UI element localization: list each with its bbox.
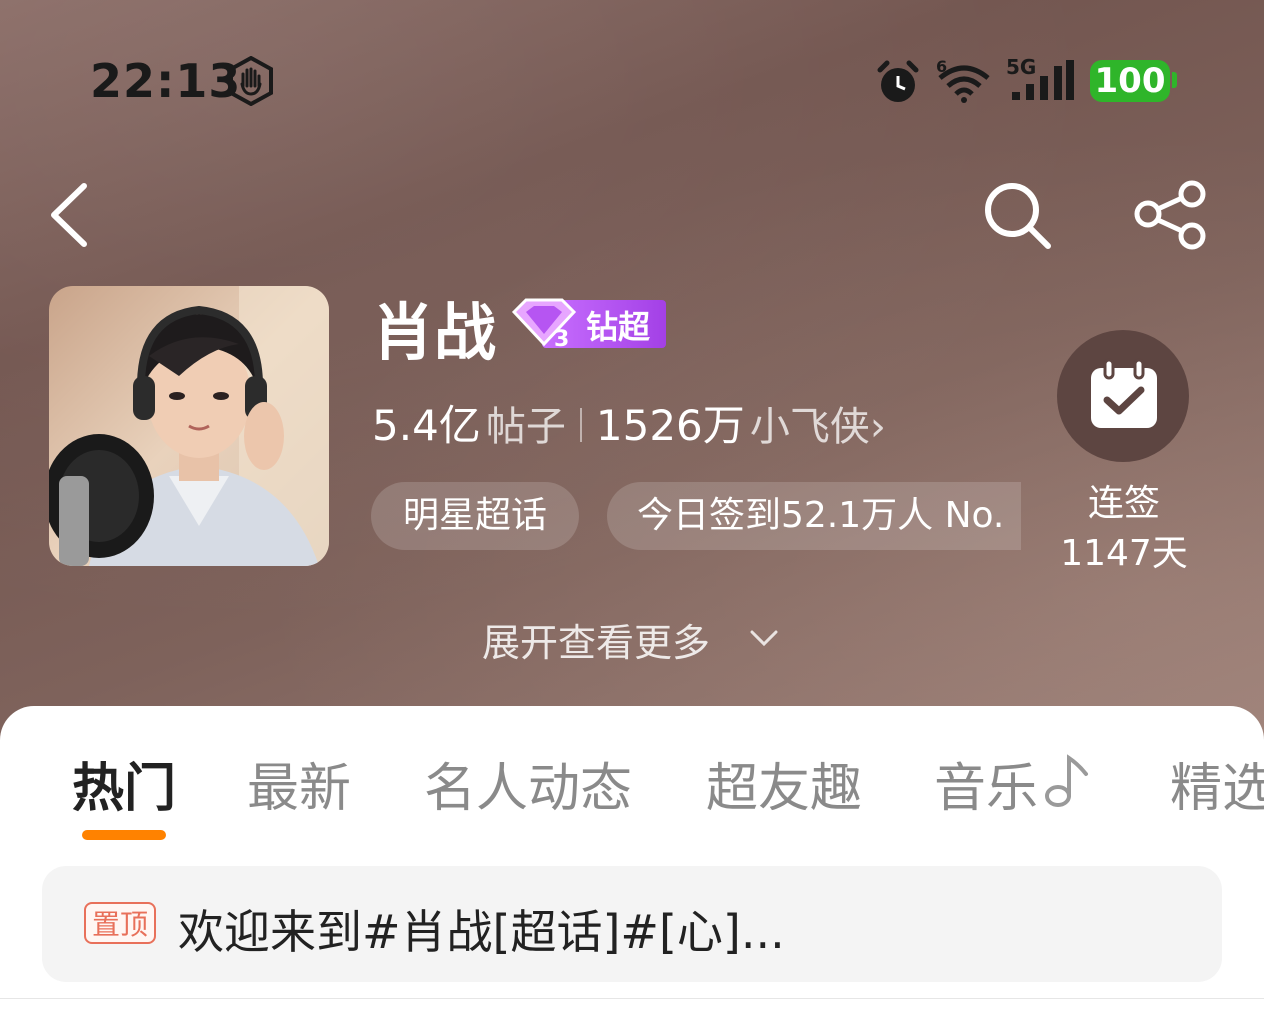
share-icon[interactable]: [1134, 180, 1208, 250]
checkin-streak-label: 连签: [1087, 483, 1160, 524]
pinned-badge: 置顶: [84, 902, 156, 944]
calendar-check-icon: [1091, 358, 1157, 428]
battery-tip: [1172, 72, 1177, 88]
status-time: 22:13: [90, 54, 242, 108]
fans-unit[interactable]: 小飞侠: [750, 404, 870, 450]
tab-featured[interactable]: 精选: [1170, 746, 1264, 821]
hand-stop-icon: [229, 56, 273, 106]
tab-latest[interactable]: 最新: [247, 746, 351, 821]
network-type: 5G: [1006, 56, 1036, 79]
expand-more-button[interactable]: 展开查看更多: [482, 612, 710, 667]
badge-label: 钻超: [586, 308, 651, 346]
tab-fan-fun[interactable]: 超友趣: [706, 746, 862, 821]
signal-icon: 5G: [1006, 56, 1074, 100]
active-tab-indicator: [82, 830, 166, 840]
tab-music[interactable]: 音乐: [934, 746, 1038, 821]
battery-indicator: 100: [1090, 60, 1170, 102]
fans-chevron-icon[interactable]: ›: [870, 404, 886, 450]
tab-celebrity-updates[interactable]: 名人动态: [424, 746, 632, 821]
wifi-icon: 6: [936, 57, 990, 103]
checkin-ranking-pill[interactable]: 今日签到52.1万人 No.: [607, 482, 1021, 550]
chevron-down-icon[interactable]: [746, 620, 782, 656]
topic-stats: 5.4亿 帖子 1526万 小飞侠›: [372, 392, 886, 450]
topic-avatar[interactable]: [49, 286, 329, 566]
category-tag[interactable]: 明星超话: [371, 482, 579, 550]
checkin-button[interactable]: [1057, 330, 1189, 462]
topic-title: 肖战: [372, 296, 497, 369]
divider: [0, 998, 1264, 999]
fans-count[interactable]: 1526万: [596, 401, 745, 450]
checkin-streak-days: 1147天: [1060, 533, 1188, 574]
posts-unit: 帖子: [485, 404, 566, 450]
posts-count: 5.4亿: [372, 401, 481, 450]
search-icon[interactable]: [982, 180, 1054, 252]
music-note-icon: [1045, 754, 1088, 807]
stats-divider: [579, 408, 582, 442]
pinned-post-title[interactable]: 欢迎来到#肖战[超话]#[心]...: [178, 896, 785, 962]
tab-hot[interactable]: 热门: [72, 746, 176, 821]
badge-level: 3: [554, 327, 569, 350]
back-arrow-icon[interactable]: [44, 180, 94, 250]
alarm-icon: [877, 60, 919, 102]
